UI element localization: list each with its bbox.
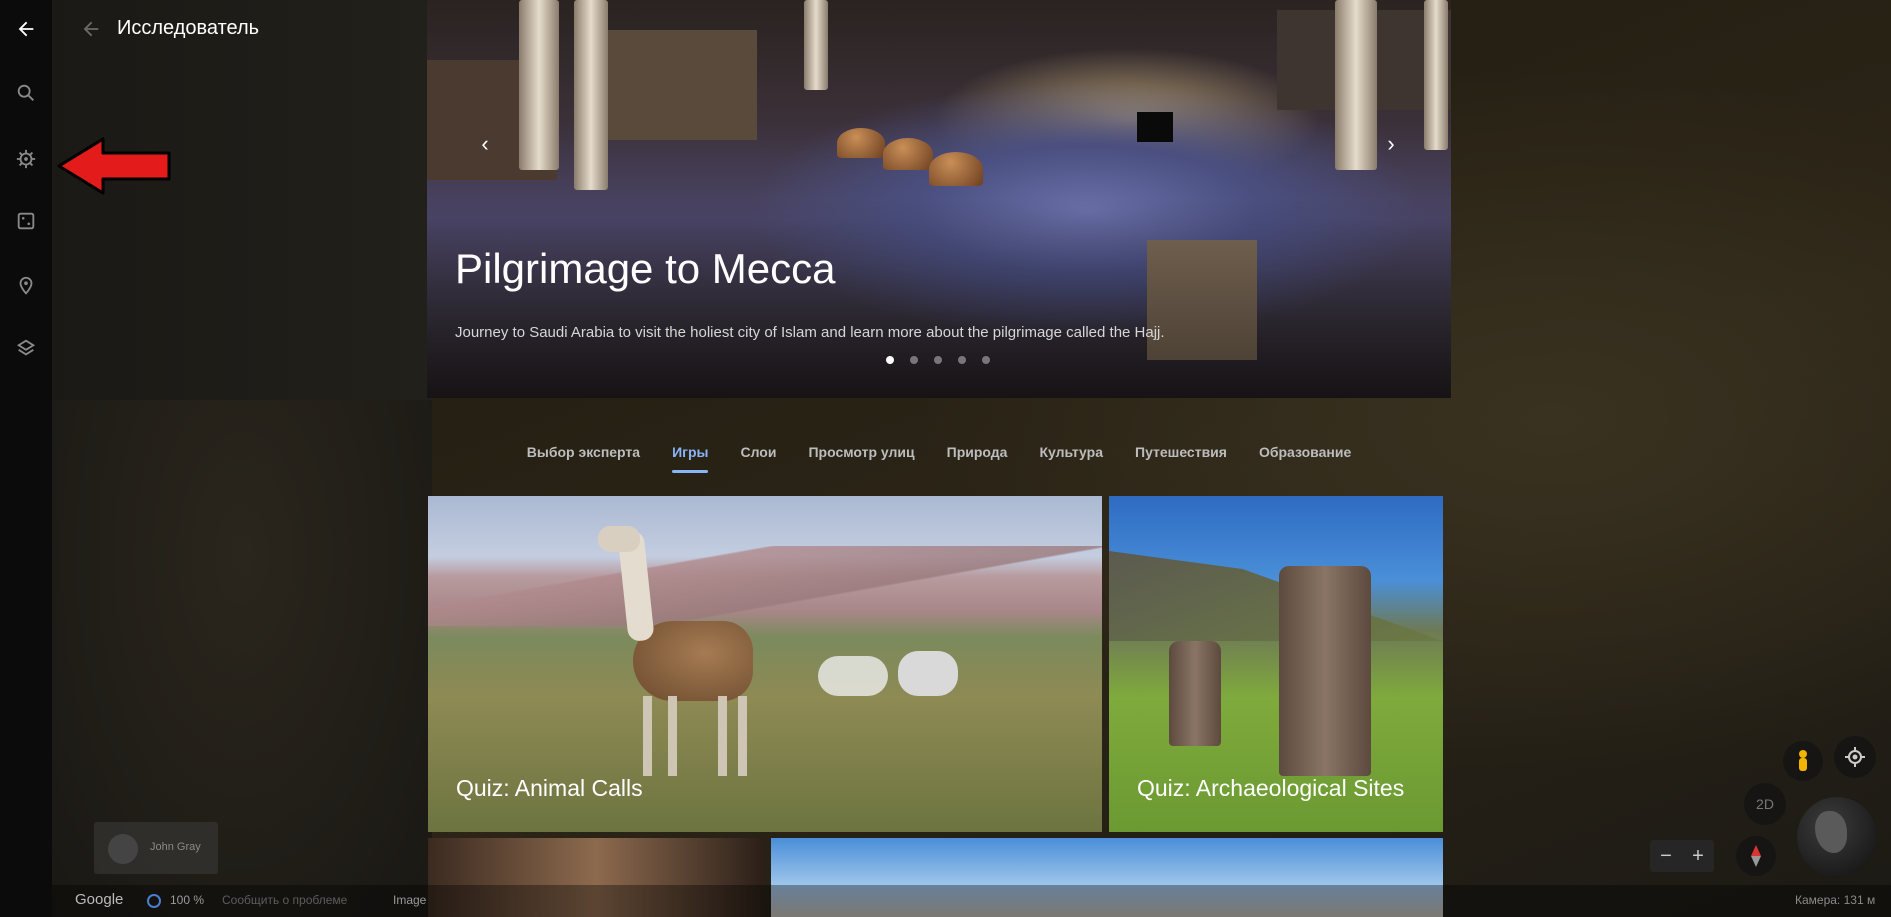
loading-ring-icon (147, 894, 161, 908)
pegman-icon (1799, 750, 1807, 771)
tab-travel[interactable]: Путешествия (1119, 440, 1243, 464)
hero-title: Pilgrimage to Mecca (455, 245, 836, 292)
my-location-button[interactable] (1834, 736, 1876, 778)
imagery-credit: Image (393, 893, 427, 907)
avatar (108, 834, 138, 864)
search-icon (17, 84, 34, 101)
back-arrow-icon (18, 21, 34, 37)
back-button[interactable] (0, 3, 52, 55)
hero-prev-button[interactable]: ‹ (471, 130, 499, 158)
projects-button[interactable] (0, 260, 52, 312)
chevron-left-icon: ‹ (481, 131, 489, 156)
tab-education[interactable]: Образование (1243, 440, 1367, 464)
tab-nature[interactable]: Природа (931, 440, 1024, 464)
hero-next-button[interactable]: › (1377, 130, 1405, 158)
compass-button[interactable] (1736, 836, 1776, 876)
minimap-globe[interactable] (1797, 797, 1877, 877)
zoom-in-button[interactable]: + (1682, 840, 1714, 872)
my-location-icon (1845, 747, 1865, 767)
compass-icon (1751, 845, 1761, 867)
carousel-dot[interactable] (982, 356, 990, 364)
zoom-out-button[interactable]: − (1650, 840, 1682, 872)
category-tabs: Выбор эксперта Игры Слои Просмотр улиц П… (427, 440, 1451, 473)
tab-experts-choice[interactable]: Выбор эксперта (511, 440, 656, 464)
place-icon (19, 276, 33, 295)
layers-button[interactable] (0, 322, 52, 374)
user-name: John Gray (150, 841, 201, 853)
tab-culture[interactable]: Культура (1023, 440, 1119, 464)
kaaba-shape (1137, 112, 1173, 142)
carousel-dot[interactable] (910, 356, 918, 364)
carousel-dot[interactable] (934, 356, 942, 364)
explorer-button[interactable] (0, 133, 52, 185)
panel-back-icon[interactable] (80, 18, 102, 40)
card-label: Quiz: Animal Calls (456, 775, 643, 801)
chevron-right-icon: › (1387, 131, 1395, 156)
tab-layers[interactable]: Слои (724, 440, 792, 464)
zoom-controls: − + (1650, 840, 1714, 872)
report-problem-link[interactable]: Сообщить о проблеме (222, 893, 347, 907)
google-logo: Google (75, 891, 124, 908)
random-button[interactable] (0, 195, 52, 247)
load-progress: 100 % (170, 893, 205, 907)
hero-description: Journey to Saudi Arabia to visit the hol… (455, 324, 1165, 341)
carousel-dot[interactable] (886, 356, 894, 364)
search-button[interactable] (0, 67, 52, 119)
tab-street-view[interactable]: Просмотр улиц (792, 440, 930, 464)
page-title: Исследователь (117, 17, 260, 39)
explorer-wheel-icon (16, 149, 36, 169)
dice-icon (17, 212, 35, 230)
panel-header: Исследователь (52, 0, 432, 58)
quiz-card-archaeological-sites[interactable]: Quiz: Archaeological Sites (1109, 496, 1443, 832)
carousel-dots (886, 356, 990, 364)
view-mode-toggle[interactable]: 2D (1744, 783, 1786, 825)
hero-banner[interactable]: ‹ › Pilgrimage to Mecca Journey to Saudi… (427, 0, 1451, 398)
carousel-dot[interactable] (958, 356, 966, 364)
pegman-button[interactable] (1783, 741, 1823, 781)
quiz-card-animal-calls[interactable]: Quiz: Animal Calls (428, 496, 1102, 832)
card-label: Quiz: Archaeological Sites (1137, 775, 1405, 801)
left-rail (0, 0, 52, 917)
camera-altitude: Камера: 131 м (1795, 893, 1876, 907)
user-chip[interactable]: John Gray (94, 822, 218, 874)
tab-games[interactable]: Игры (656, 440, 724, 473)
red-annotation-arrow-icon (57, 137, 171, 195)
layers-icon (16, 339, 36, 356)
